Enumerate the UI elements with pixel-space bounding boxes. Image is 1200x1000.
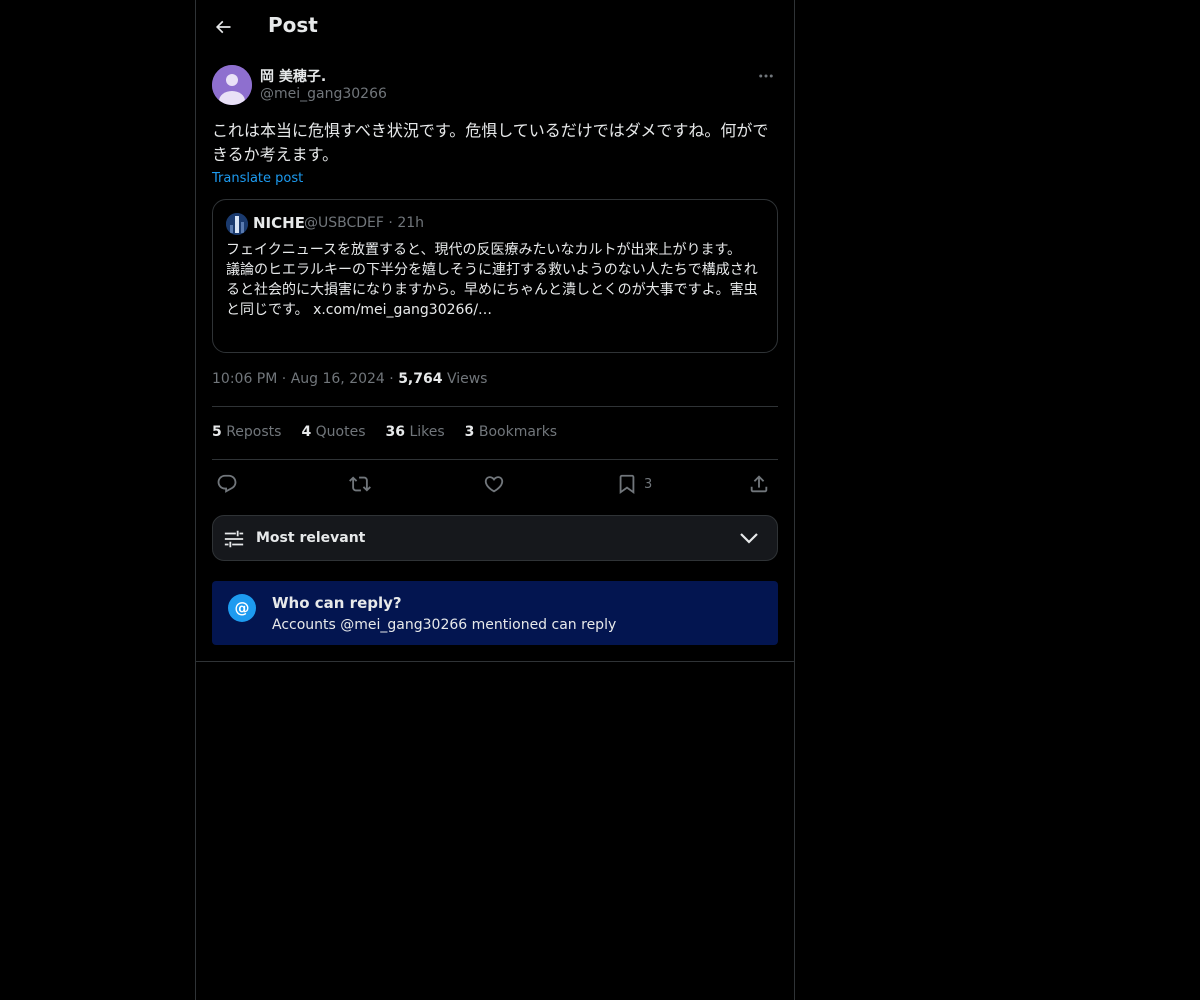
quoted-text-line: 議論のヒエラルキーの下半分を嬉しそうに連打する救いようのない人たちで構成されると… [226, 260, 770, 320]
arrow-left-icon [215, 20, 231, 34]
chevron-down-icon [740, 533, 758, 544]
share-icon [750, 475, 768, 493]
like-button[interactable] [483, 470, 505, 498]
share-button[interactable] [748, 470, 770, 498]
quoted-text: フェイクニュースを放置すると、現代の反医療みたいなカルトが出来上がります。 議論… [226, 240, 770, 320]
reposts-count: 5 [212, 424, 222, 440]
divider [212, 406, 778, 407]
bookmark-count: 3 [644, 476, 653, 492]
quotes-label: Quotes [315, 424, 366, 440]
post-text: これは本当に危惧すべき状況です。危惧しているだけではダメですね。何ができるか考え… [212, 121, 769, 164]
more-icon [759, 74, 773, 78]
more-options-button[interactable] [754, 64, 778, 88]
reposts-stat[interactable]: 5 Reposts [212, 424, 281, 440]
reply-restriction-notice: @ Who can reply? Accounts @mei_gang30266… [212, 581, 778, 645]
reply-icon [217, 474, 237, 493]
quoted-author-handle: @USBCDEF · 21h [304, 215, 424, 231]
quoted-time: 21h [397, 215, 424, 231]
back-button[interactable] [208, 12, 238, 42]
likes-label: Likes [409, 424, 445, 440]
bookmarks-stat[interactable]: 3 Bookmarks [465, 424, 557, 440]
views-label: Views [446, 371, 488, 387]
reply-restriction-title: Who can reply? [272, 594, 402, 612]
post-author: 岡 美穂子. @mei_gang30266 [212, 64, 778, 106]
author-handle[interactable]: @mei_gang30266 [260, 86, 387, 102]
default-avatar-icon [212, 65, 252, 105]
sliders-icon [224, 530, 244, 548]
page-title: Post [268, 13, 318, 37]
translate-post-link[interactable]: Translate post [212, 171, 303, 186]
at-mention-icon: @ [228, 594, 256, 622]
views-count: 5,764 [398, 371, 443, 387]
quoted-avatar-image-icon [226, 213, 248, 235]
quoted-link[interactable]: x.com/mei_gang30266/… [313, 302, 492, 318]
quoted-post[interactable]: NICHE @USBCDEF · 21h フェイクニュースを放置すると、現代の反… [212, 199, 778, 353]
post-column: Post 岡 美穂子. @mei_gang30266 これは本当に危惧すべき状況… [195, 0, 795, 1000]
reply-button[interactable] [216, 470, 238, 498]
meta-separator: · [389, 371, 399, 387]
heart-icon [484, 476, 504, 493]
quoted-handle-text: @USBCDEF [304, 215, 384, 231]
quotes-count: 4 [301, 424, 312, 440]
repost-button[interactable] [349, 470, 371, 498]
sort-label: Most relevant [256, 530, 366, 546]
quotes-stat[interactable]: 4 Quotes [301, 424, 365, 440]
divider [196, 661, 794, 662]
bookmark-button[interactable]: 3 [616, 470, 652, 498]
engagement-stats: 5 Reposts 4 Quotes 36 Likes 3 Bookmarks [212, 424, 557, 440]
likes-count: 36 [385, 424, 405, 440]
quoted-avatar [226, 213, 248, 235]
bookmarks-label: Bookmarks [478, 424, 558, 440]
likes-stat[interactable]: 36 Likes [386, 424, 445, 440]
reply-restriction-subtitle: Accounts @mei_gang30266 mentioned can re… [272, 617, 617, 633]
quoted-text-line: フェイクニュースを放置すると、現代の反医療みたいなカルトが出来上がります。 [226, 242, 742, 258]
bookmarks-count: 3 [464, 424, 475, 440]
quoted-author-name: NICHE [253, 214, 305, 232]
meta-separator: · [281, 371, 291, 387]
post-date[interactable]: Aug 16, 2024 [291, 371, 385, 387]
page-header: Post [196, 0, 794, 56]
avatar[interactable] [212, 65, 252, 105]
author-name[interactable]: 岡 美穂子. [260, 66, 326, 86]
reposts-label: Reposts [226, 424, 282, 440]
divider [212, 459, 778, 460]
post-meta: 10:06 PM · Aug 16, 2024 · 5,764 Views [212, 371, 487, 387]
post-time[interactable]: 10:06 PM [212, 371, 277, 387]
reply-sort-dropdown[interactable]: Most relevant [212, 515, 778, 561]
repost-icon [349, 476, 371, 492]
bookmark-icon [619, 474, 635, 495]
action-bar: 3 [212, 470, 778, 498]
